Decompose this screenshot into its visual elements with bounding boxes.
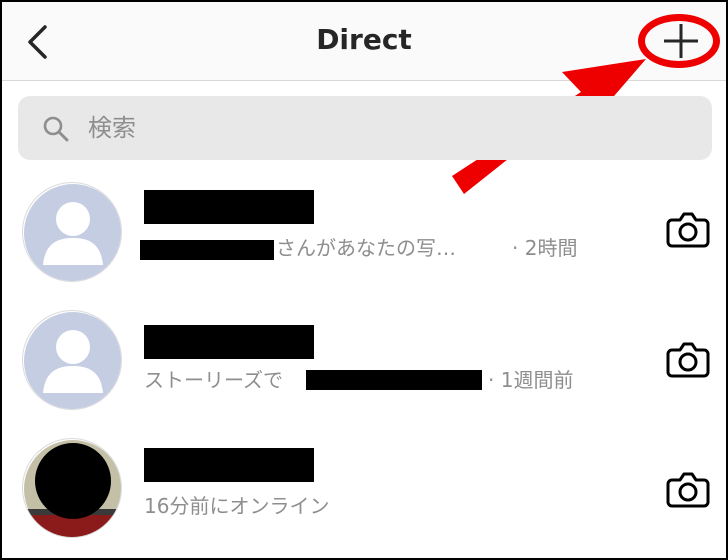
redacted-message — [306, 370, 482, 390]
message-time: · 1週間前 — [488, 368, 574, 392]
search-icon — [43, 116, 69, 142]
search-bar[interactable]: 検索 — [18, 96, 712, 160]
redacted-name — [144, 448, 314, 482]
camera-button[interactable] — [666, 470, 710, 510]
conversation-row[interactable]: 16分前にオンライン — [2, 438, 726, 558]
redacted-message — [140, 240, 274, 260]
redacted-name — [144, 325, 314, 359]
camera-icon — [666, 212, 710, 248]
avatar — [22, 182, 122, 282]
header-bar: Direct — [2, 2, 726, 81]
search-input[interactable]: 検索 — [88, 113, 136, 143]
avatar — [22, 310, 122, 410]
message-preview-end: さんがあなたの写… — [276, 236, 456, 260]
camera-icon — [666, 472, 710, 508]
message-preview: 16分前にオンライン — [144, 494, 330, 518]
camera-button[interactable] — [666, 340, 710, 380]
avatar — [22, 438, 122, 538]
conversation-row[interactable]: ストーリーズで · 1週間前 — [2, 310, 726, 434]
message-preview: ストーリーズで — [144, 368, 283, 392]
highlight-circle — [638, 14, 720, 68]
message-time: · 2時間 — [512, 236, 578, 260]
camera-button[interactable] — [666, 210, 710, 250]
camera-icon — [666, 342, 710, 378]
page-title: Direct — [316, 23, 412, 56]
redacted-name — [144, 190, 314, 224]
app-screen: Direct 検索 さんがあなたの写… · 2時間 ストーリーズで · 1週間前… — [2, 2, 726, 558]
conversation-row[interactable]: さんがあなたの写… · 2時間 — [2, 182, 726, 306]
